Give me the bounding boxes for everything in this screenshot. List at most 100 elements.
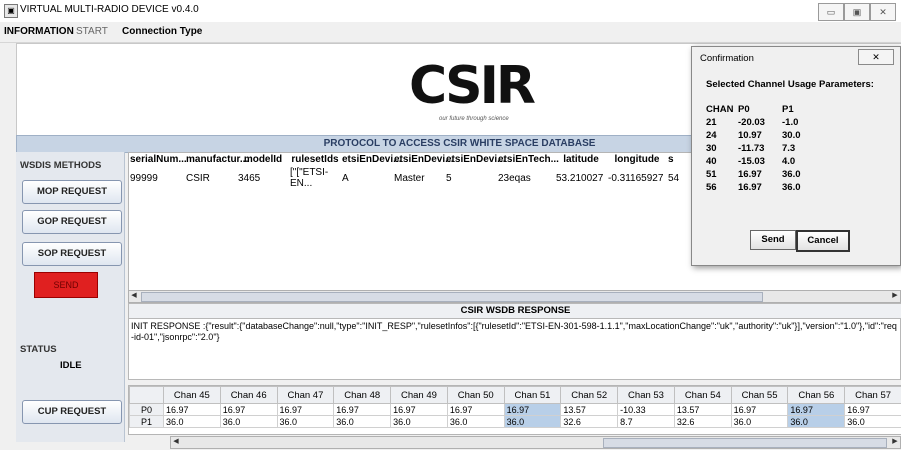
table-cell[interactable]: 16.97 — [503, 403, 562, 416]
table-cell[interactable]: 32.6 — [673, 415, 732, 428]
device-table-scrollbar[interactable]: ◀ ▶ — [128, 290, 901, 303]
col-header[interactable]: serialNum... — [129, 153, 187, 166]
table-cell[interactable]: 16.97 — [844, 403, 901, 416]
col-header[interactable]: Chan 56 — [787, 386, 846, 404]
table-cell[interactable]: 36.0 — [503, 415, 562, 428]
channel-table: Chan 45 Chan 46 Chan 47 Chan 48 Chan 49 … — [128, 385, 901, 435]
close-button[interactable]: ✕ — [870, 3, 896, 21]
table-cell[interactable]: 99999 — [129, 166, 185, 190]
table-cell[interactable]: Master — [393, 166, 445, 190]
table-cell[interactable]: -0.31165927 — [607, 166, 667, 190]
params-row: 21 -20.03 -1.0 — [706, 116, 805, 129]
scroll-thumb[interactable] — [141, 292, 763, 302]
table-cell[interactable]: 36.0 — [333, 415, 392, 428]
send-button[interactable]: SEND — [34, 272, 98, 298]
col-header[interactable]: Chan 50 — [446, 386, 505, 404]
minimize-button[interactable]: ▭ — [818, 3, 844, 21]
params-p0: -11.73 — [738, 143, 765, 154]
cup-request-button[interactable]: CUP REQUEST — [22, 400, 122, 424]
params-chan: 56 — [706, 182, 717, 193]
table-cell[interactable]: 16.97 — [730, 403, 789, 416]
col-header[interactable]: manufactur... — [185, 153, 248, 166]
dialog-send-button[interactable]: Send — [750, 230, 796, 250]
table-cell[interactable]: 16.97 — [333, 403, 392, 416]
table-cell[interactable]: 16.97 — [390, 403, 448, 416]
table-cell[interactable]: 36.0 — [219, 415, 278, 428]
col-header[interactable]: longitude — [607, 153, 667, 166]
dialog-close-button[interactable]: ✕ — [858, 49, 894, 65]
col-header[interactable]: modelId — [237, 153, 289, 166]
col-header[interactable]: rulesetIds — [289, 153, 341, 166]
table-cell[interactable]: 16.97 — [446, 403, 505, 416]
col-header[interactable]: Chan 54 — [673, 386, 732, 404]
dialog-cancel-button[interactable]: Cancel — [796, 230, 850, 252]
params-row: 40 -15.03 4.0 — [706, 155, 805, 168]
table-cell[interactable]: 16.97 — [276, 403, 335, 416]
col-header[interactable]: Chan 45 — [163, 386, 221, 404]
col-header[interactable]: etsiEnDevi... — [445, 153, 505, 166]
params-chan: 21 — [706, 117, 717, 128]
col-header[interactable]: Chan 53 — [617, 386, 675, 404]
col-header[interactable]: Chan 47 — [276, 386, 335, 404]
col-header[interactable]: etsiEnDevi... — [393, 153, 453, 166]
col-header — [129, 386, 164, 404]
params-chan: 24 — [706, 130, 717, 141]
table-cell[interactable]: 3465 — [237, 166, 289, 190]
menu-start[interactable]: START — [76, 26, 108, 37]
params-p1: 7.3 — [782, 143, 796, 154]
col-header[interactable]: etsiEnDevi... — [341, 153, 401, 166]
col-header[interactable]: latitude — [555, 153, 607, 166]
table-cell[interactable]: 8.7 — [617, 415, 675, 428]
table-cell[interactable]: 32.6 — [560, 415, 619, 428]
gop-request-button[interactable]: GOP REQUEST — [22, 210, 122, 234]
table-cell[interactable]: 16.97 — [219, 403, 278, 416]
params-p1: -1.0 — [782, 117, 799, 128]
table-cell[interactable]: 36.0 — [730, 415, 789, 428]
scroll-left-icon[interactable]: ◀ — [171, 437, 181, 447]
params-row: 56 16.97 36.0 — [706, 181, 805, 194]
table-cell[interactable]: 13.57 — [673, 403, 732, 416]
status-label: STATUS — [20, 344, 57, 355]
params-col-header: CHAN — [706, 104, 734, 115]
table-cell[interactable]: 36.0 — [844, 415, 901, 428]
col-header[interactable]: Chan 57 — [844, 386, 901, 404]
menu-information[interactable]: INFORMATION — [4, 26, 74, 37]
col-header[interactable]: Chan 55 — [730, 386, 789, 404]
table-cell[interactable]: 16.97 — [163, 403, 221, 416]
table-cell[interactable]: 36.0 — [163, 415, 221, 428]
scroll-right-icon[interactable]: ▶ — [890, 437, 900, 447]
maximize-button[interactable]: ▣ — [844, 3, 870, 21]
scroll-right-icon[interactable]: ▶ — [890, 291, 900, 301]
response-text[interactable]: INIT RESPONSE :{"result":{"databaseChang… — [128, 318, 901, 380]
sop-request-button[interactable]: SOP REQUEST — [22, 242, 122, 266]
table-row[interactable]: P1 36.0 36.0 36.0 36.0 36.0 36.0 36.0 32… — [129, 415, 901, 428]
table-cell[interactable]: CSIR — [185, 166, 237, 190]
col-header[interactable]: Chan 52 — [560, 386, 619, 404]
table-cell[interactable]: 23eqas — [497, 166, 555, 190]
table-cell[interactable]: 5 — [445, 166, 497, 190]
col-header[interactable]: Chan 49 — [390, 386, 448, 404]
col-header[interactable]: Chan 46 — [219, 386, 278, 404]
col-header[interactable]: etsiEnTech... — [497, 153, 559, 166]
table-cell[interactable]: 36.0 — [787, 415, 846, 428]
table-row[interactable]: P0 16.97 16.97 16.97 16.97 16.97 16.97 1… — [129, 403, 901, 416]
table-cell[interactable]: A — [341, 166, 393, 190]
table-cell[interactable]: 36.0 — [446, 415, 505, 428]
menu-connection-type[interactable]: Connection Type — [122, 26, 202, 37]
table-cell[interactable]: 16.97 — [787, 403, 846, 416]
channel-table-scrollbar[interactable]: ◀ ▶ — [170, 436, 901, 449]
scroll-left-icon[interactable]: ◀ — [129, 291, 139, 301]
window-title: VIRTUAL MULTI-RADIO DEVICE v0.4.0 — [20, 4, 199, 15]
table-cell[interactable]: ["["ETSI-EN... — [289, 166, 341, 190]
col-header[interactable]: Chan 48 — [333, 386, 392, 404]
table-cell[interactable]: 36.0 — [276, 415, 335, 428]
mop-request-button[interactable]: MOP REQUEST — [22, 180, 122, 204]
table-cell[interactable]: -10.33 — [617, 403, 675, 416]
table-cell[interactable]: 13.57 — [560, 403, 619, 416]
table-cell[interactable]: 36.0 — [390, 415, 448, 428]
table-cell[interactable]: 53.210027 — [555, 166, 607, 190]
params-p0: -20.03 — [738, 117, 765, 128]
scroll-thumb[interactable] — [603, 438, 887, 448]
col-header[interactable]: Chan 51 — [503, 386, 562, 404]
params-p1: 4.0 — [782, 156, 796, 167]
